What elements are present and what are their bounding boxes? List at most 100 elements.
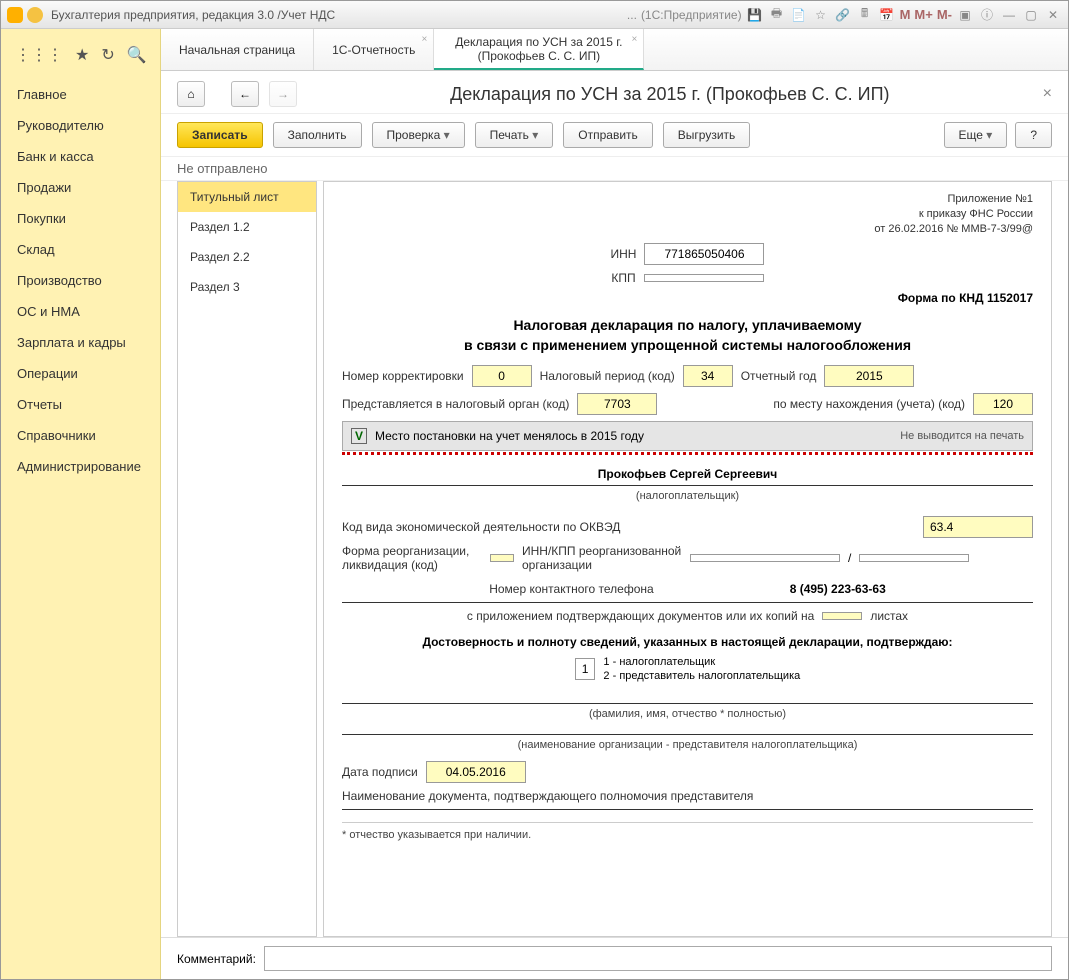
change-checkbox[interactable]: V <box>351 428 367 444</box>
window-title: Бухгалтерия предприятия, редакция 3.0 /У… <box>51 8 335 22</box>
help-button[interactable]: ? <box>1015 122 1052 148</box>
red-separator <box>342 451 1033 455</box>
sidebar-item[interactable]: Справочники <box>1 420 160 451</box>
status-label: Не отправлено <box>161 156 1068 181</box>
reorg-kpp-field[interactable] <box>859 554 969 562</box>
close-icon[interactable]: ✕ <box>1044 6 1062 24</box>
place-field[interactable]: 120 <box>973 393 1033 415</box>
calc-icon[interactable]: 🖩 <box>856 6 874 24</box>
form-area: Приложение №1 к приказу ФНС России от 26… <box>323 181 1052 937</box>
home-button[interactable]: ⌂ <box>177 81 205 107</box>
sidebar-item[interactable]: Руководителю <box>1 110 160 141</box>
save-icon[interactable]: 💾 <box>746 6 764 24</box>
sidebar-item[interactable]: Покупки <box>1 203 160 234</box>
tab-reporting[interactable]: 1С-Отчетность× <box>314 29 434 70</box>
panel-icon[interactable]: ▣ <box>956 6 974 24</box>
sidebar-item[interactable]: Зарплата и кадры <box>1 327 160 358</box>
sidebar-item[interactable]: Главное <box>1 79 160 110</box>
comment-label: Комментарий: <box>177 952 256 966</box>
section-3[interactable]: Раздел 3 <box>178 272 316 302</box>
back-button[interactable]: ← <box>231 81 259 107</box>
place-label: по месту нахождения (учета) (код) <box>773 397 965 411</box>
fill-button[interactable]: Заполнить <box>273 122 362 148</box>
apps-icon[interactable]: ⋮⋮⋮ <box>15 45 63 65</box>
search-icon[interactable]: 🔍 <box>127 45 147 65</box>
reorg-inn-field[interactable] <box>690 554 840 562</box>
confirm-header: Достоверность и полноту сведений, указан… <box>342 635 1033 649</box>
app-icon <box>7 7 23 23</box>
sidebar-item[interactable]: Продажи <box>1 172 160 203</box>
titlebar: Бухгалтерия предприятия, редакция 3.0 /У… <box>1 1 1068 29</box>
taxpayer-name: Прокофьев Сергей Сергеевич <box>342 467 1033 481</box>
sidebar-item[interactable]: Банк и касса <box>1 141 160 172</box>
favorite-icon[interactable]: ★ <box>75 45 89 65</box>
sidebar-item[interactable]: Производство <box>1 265 160 296</box>
maximize-icon[interactable]: ▢ <box>1022 6 1040 24</box>
tab-close-icon[interactable]: × <box>632 33 638 47</box>
year-field[interactable]: 2015 <box>824 365 914 387</box>
forward-button[interactable]: → <box>269 81 297 107</box>
reorg-label: Форма реорганизации, ликвидация (код) <box>342 544 482 572</box>
sign-date-label: Дата подписи <box>342 765 418 779</box>
info-icon[interactable]: ⓘ <box>978 6 996 24</box>
sidebar-item[interactable]: Операции <box>1 358 160 389</box>
kpp-field[interactable] <box>644 274 764 282</box>
minimize-icon[interactable]: — <box>1000 6 1018 24</box>
link-icon[interactable]: 🔗 <box>834 6 852 24</box>
okved-field[interactable]: 63.4 <box>923 516 1033 538</box>
reorg-code-field[interactable] <box>490 554 514 562</box>
section-title[interactable]: Титульный лист <box>178 182 316 212</box>
sidebar-item[interactable]: Отчеты <box>1 389 160 420</box>
print-icon[interactable]: 🖶 <box>768 6 786 24</box>
print-button[interactable]: Печать <box>475 122 554 148</box>
comment-input[interactable] <box>264 946 1052 971</box>
corr-field[interactable]: 0 <box>472 365 532 387</box>
appendix-line: от 26.02.2016 № ММВ-7-3/99@ <box>342 222 1033 237</box>
confirm-code-field[interactable]: 1 <box>575 658 596 680</box>
change-notice-box: V Место постановки на учет менялось в 20… <box>342 421 1033 451</box>
upload-button[interactable]: Выгрузить <box>663 122 751 148</box>
period-label: Налоговый период (код) <box>540 369 675 383</box>
platform-label: (1С:Предприятие) <box>641 8 742 22</box>
doc-icon[interactable]: 📄 <box>790 6 808 24</box>
appendix-line: к приказу ФНС России <box>342 207 1033 222</box>
sidebar-item[interactable]: Администрирование <box>1 451 160 482</box>
okved-label: Код вида экономической деятельности по О… <box>342 520 620 534</box>
save-button[interactable]: Записать <box>177 122 263 148</box>
form-code: Форма по КНД 1152017 <box>342 291 1033 305</box>
inn-field[interactable]: 771865050406 <box>644 243 764 265</box>
m-plus-button[interactable]: M+ <box>914 7 932 22</box>
section-1-2[interactable]: Раздел 1.2 <box>178 212 316 242</box>
sidebar-item[interactable]: Склад <box>1 234 160 265</box>
send-button[interactable]: Отправить <box>563 122 653 148</box>
history-icon[interactable]: ↻ <box>101 45 114 65</box>
auth-doc-label: Наименование документа, подтверждающего … <box>342 789 1033 803</box>
tax-org-label: Представляется в налоговый орган (код) <box>342 397 569 411</box>
star-icon[interactable]: ☆ <box>812 6 830 24</box>
section-2-2[interactable]: Раздел 2.2 <box>178 242 316 272</box>
sidebar-item[interactable]: ОС и НМА <box>1 296 160 327</box>
phone-value: 8 (495) 223-63-63 <box>790 582 886 596</box>
m-minus-button[interactable]: M- <box>937 7 952 22</box>
slash: / <box>848 551 851 565</box>
sign-date-field[interactable]: 04.05.2016 <box>426 761 526 783</box>
phone-label: Номер контактного телефона <box>489 582 653 596</box>
attach-pages-field[interactable] <box>822 612 862 620</box>
m-button[interactable]: M <box>900 7 911 22</box>
more-button[interactable]: Еще <box>944 122 1008 148</box>
tax-org-field[interactable]: 7703 <box>577 393 657 415</box>
footnote: * отчество указывается при наличии. <box>342 829 1033 841</box>
attach-label-2: листах <box>870 609 908 623</box>
reorg-inn-label: ИНН/КПП реорганизованной организации <box>522 544 682 572</box>
year-label: Отчетный год <box>741 369 817 383</box>
period-field[interactable]: 34 <box>683 365 733 387</box>
page-close-icon[interactable]: × <box>1043 85 1052 103</box>
appendix-line: Приложение №1 <box>342 192 1033 207</box>
check-button[interactable]: Проверка <box>372 122 465 148</box>
tab-close-icon[interactable]: × <box>422 33 428 47</box>
taxpayer-sublabel: (налогоплательщик) <box>342 490 1033 502</box>
dropdown-icon[interactable] <box>27 7 43 23</box>
tab-declaration[interactable]: Декларация по УСН за 2015 г. (Прокофьев … <box>434 29 644 70</box>
tab-home[interactable]: Начальная страница <box>161 29 314 70</box>
calendar-icon[interactable]: 📅 <box>878 6 896 24</box>
